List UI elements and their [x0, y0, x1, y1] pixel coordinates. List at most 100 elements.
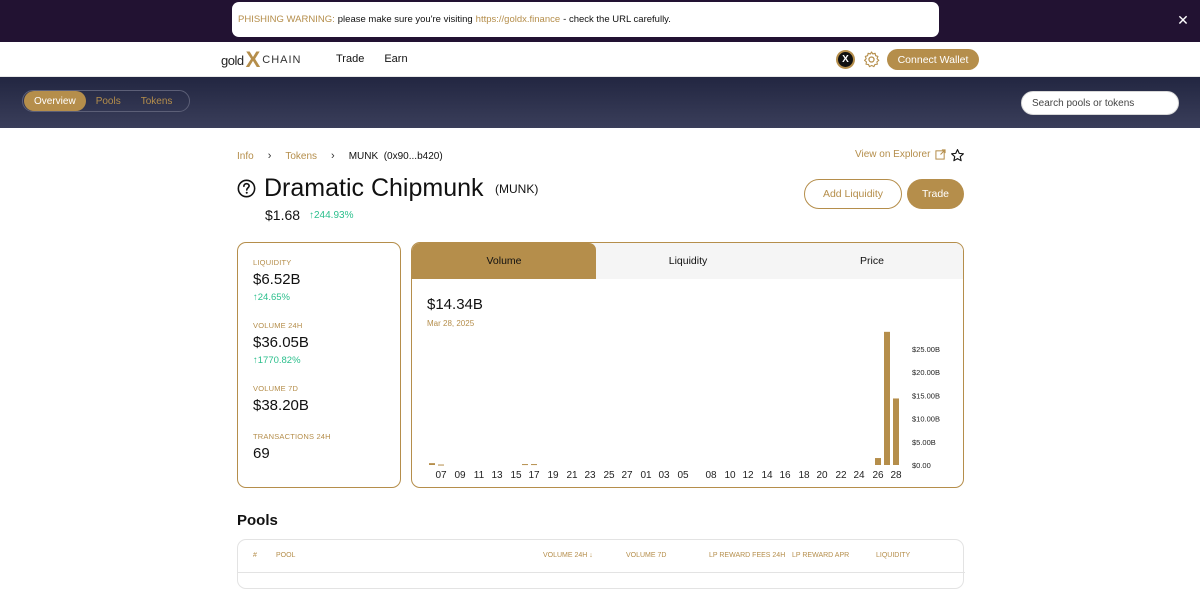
x-tick-label: 22	[835, 470, 847, 481]
col-lp-fees-24h[interactable]: LP REWARD FEES 24H	[709, 552, 785, 559]
stat-value: 69	[253, 445, 270, 462]
gear-icon[interactable]	[862, 50, 881, 69]
y-tick-label: $0.00	[912, 461, 931, 470]
breadcrumb-info[interactable]: Info	[237, 151, 254, 162]
x-tick-label: 07	[435, 470, 447, 481]
chevron-right-icon: ›	[267, 150, 272, 162]
stat-label: LIQUIDITY	[253, 258, 292, 267]
stat-volume-24h: VOLUME 24H $36.05B ↑1770.82%	[253, 321, 400, 366]
x-tick-label: 24	[853, 470, 865, 481]
breadcrumb-current: MUNK (0x90...b420)	[348, 150, 443, 162]
volume-bar[interactable]	[893, 398, 899, 465]
phishing-suffix: - check the URL carefully.	[563, 14, 671, 25]
x-tick-label: 13	[491, 470, 503, 481]
stat-liquidity: LIQUIDITY $6.52B ↑24.65%	[253, 258, 400, 303]
banner-close-icon[interactable]: ✕	[1174, 11, 1192, 29]
goldx-logo[interactable]: gold X CHAIN	[221, 49, 302, 71]
volume-bar[interactable]	[438, 464, 444, 466]
x-tick-label: 21	[566, 470, 578, 481]
token-stats-card: LIQUIDITY $6.52B ↑24.65% VOLUME 24H $36.…	[237, 242, 401, 488]
stat-transactions-24h: TRANSACTIONS 24H 69	[253, 432, 400, 462]
view-on-explorer-link[interactable]: View on Explorer	[855, 149, 947, 160]
volume-bar[interactable]	[522, 464, 528, 466]
search-input[interactable]	[1021, 91, 1179, 115]
stat-label: VOLUME 24H	[253, 321, 303, 330]
volume-bar[interactable]	[429, 463, 435, 465]
y-tick-label: $15.00B	[912, 391, 940, 400]
token-name: Dramatic Chipmunk	[264, 174, 484, 202]
stat-value: $36.05B	[253, 334, 309, 351]
goldx-token-icon-inner: X	[838, 52, 853, 67]
goldx-token-icon[interactable]: X	[836, 50, 855, 69]
star-icon[interactable]	[950, 148, 965, 163]
logo-gold-text: gold	[221, 52, 244, 68]
volume-bar[interactable]	[531, 464, 537, 466]
col-liquidity[interactable]: LIQUIDITY	[876, 552, 910, 559]
breadcrumb: Info › Tokens › MUNK (0x90...b420)	[237, 150, 443, 162]
phishing-banner: PHISHING WARNING: please make sure you'r…	[0, 0, 1200, 42]
phishing-url-link[interactable]: https://goldx.finance	[476, 14, 561, 25]
chart-card: Volume Liquidity Price $14.34B Mar 28, 2…	[411, 242, 964, 488]
pools-table: # POOL VOLUME 24H ↓ VOLUME 7D LP REWARD …	[237, 539, 965, 589]
stat-label: TRANSACTIONS 24H	[253, 432, 331, 441]
external-link-icon	[935, 149, 947, 160]
x-tick-label: 26	[872, 470, 884, 481]
col-lp-apr[interactable]: LP REWARD APR	[792, 552, 849, 559]
col-pool[interactable]: POOL	[276, 552, 295, 559]
stat-volume-7d: VOLUME 7D $38.20B	[253, 384, 400, 414]
y-tick-label: $5.00B	[912, 438, 936, 447]
stat-change: ↑1770.82%	[253, 355, 301, 366]
stat-value: $38.20B	[253, 397, 309, 414]
phishing-message: please make sure you're visiting	[337, 14, 473, 25]
token-price: $1.68	[265, 207, 301, 223]
question-circle-icon	[237, 179, 256, 198]
stat-change: ↑24.65%	[253, 292, 290, 303]
x-tick-label: 10	[724, 470, 736, 481]
x-tick-label: 23	[584, 470, 596, 481]
add-liquidity-button[interactable]: Add Liquidity	[804, 179, 902, 209]
y-tick-label: $25.00B	[912, 345, 940, 354]
logo-chain-text: CHAIN	[262, 54, 302, 66]
breadcrumb-tokens[interactable]: Tokens	[285, 151, 317, 162]
y-tick-label: $20.00B	[912, 368, 940, 377]
x-tick-label: 12	[742, 470, 754, 481]
info-subnav-bar: Overview Pools Tokens	[0, 77, 1200, 128]
volume-bar-chart[interactable]: 07 09 11 13 15 17 19 21 23 25 27 01 03 05 08 10 12 14 16 18…	[412, 243, 964, 488]
pools-table-header: # POOL VOLUME 24H ↓ VOLUME 7D LP REWARD …	[238, 540, 965, 573]
token-price-change: ↑244.93%	[309, 210, 354, 221]
tab-overview[interactable]: Overview	[24, 91, 86, 111]
x-tick-label: 28	[890, 470, 902, 481]
connect-wallet-button[interactable]: Connect Wallet	[887, 49, 979, 70]
col-index: #	[253, 552, 257, 559]
stat-label: VOLUME 7D	[253, 384, 299, 393]
volume-bar[interactable]	[884, 331, 890, 465]
x-tick-label: 15	[510, 470, 522, 481]
x-tick-label: 03	[658, 470, 670, 481]
x-tick-label: 14	[761, 470, 773, 481]
volume-bar[interactable]	[875, 458, 881, 465]
nav-trade[interactable]: Trade	[336, 53, 364, 65]
stat-value: $6.52B	[253, 271, 301, 288]
view-on-explorer-label: View on Explorer	[855, 149, 931, 160]
tab-pools[interactable]: Pools	[86, 91, 131, 111]
trade-button[interactable]: Trade	[907, 179, 964, 209]
tab-tokens[interactable]: Tokens	[131, 91, 183, 111]
y-tick-label: $10.00B	[912, 415, 940, 424]
nav-earn[interactable]: Earn	[384, 53, 407, 65]
x-tick-label: 27	[621, 470, 633, 481]
col-volume-7d[interactable]: VOLUME 7D	[626, 552, 666, 559]
x-tick-label: 08	[705, 470, 717, 481]
x-tick-label: 01	[640, 470, 652, 481]
top-header: gold X CHAIN Trade Earn X Connect Wallet	[0, 42, 1200, 77]
main-nav: Trade Earn	[336, 53, 408, 65]
x-tick-label: 05	[677, 470, 689, 481]
x-tick-label: 25	[603, 470, 615, 481]
info-tab-group: Overview Pools Tokens	[22, 90, 190, 112]
x-tick-label: 18	[798, 470, 810, 481]
chevron-right-icon: ›	[331, 150, 335, 162]
x-tick-label: 20	[816, 470, 828, 481]
col-volume-24h[interactable]: VOLUME 24H ↓	[543, 552, 593, 559]
x-tick-label: 19	[547, 470, 559, 481]
x-tick-label: 17	[528, 470, 540, 481]
phishing-warning-label: PHISHING WARNING:	[238, 14, 335, 25]
